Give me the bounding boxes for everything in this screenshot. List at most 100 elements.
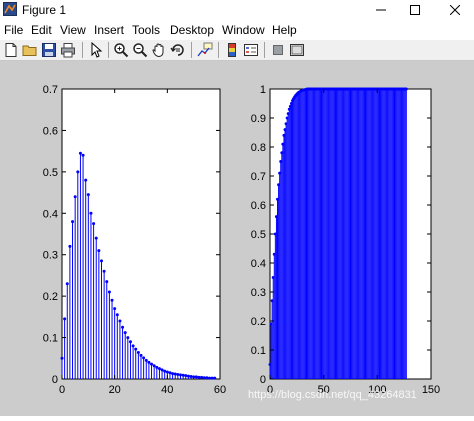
hide-plot-tools-icon[interactable]	[270, 42, 286, 58]
xtick-label: 60	[214, 384, 226, 396]
ytick-label: 0.7	[43, 84, 58, 96]
menu-file[interactable]: File	[4, 23, 23, 37]
stem-marker	[60, 356, 64, 360]
stem-marker	[404, 87, 408, 91]
ytick-label: 0.2	[43, 291, 58, 303]
menu-edit[interactable]: Edit	[31, 23, 52, 37]
ytick-label: 0.4	[251, 258, 266, 270]
zoom-out-icon[interactable]	[132, 42, 148, 58]
pan-hand-icon[interactable]	[151, 42, 167, 58]
stem-marker	[89, 211, 93, 215]
ytick-label: 0.6	[251, 200, 266, 212]
print-icon[interactable]	[60, 42, 76, 58]
stem-marker	[131, 344, 135, 348]
ytick-label: 0.8	[251, 142, 266, 154]
ytick-label: 0.7	[251, 171, 266, 183]
stem-marker	[73, 195, 77, 199]
stem-marker	[97, 249, 101, 253]
stem-marker	[181, 373, 185, 377]
stem-marker	[173, 372, 177, 376]
close-icon	[450, 5, 460, 15]
stem-marker	[92, 222, 96, 226]
close-button[interactable]	[438, 0, 472, 20]
stem-marker	[144, 358, 148, 362]
stem-marker	[176, 372, 180, 376]
menu-tools[interactable]: Tools	[132, 23, 160, 37]
data-cursor-icon[interactable]	[197, 42, 213, 58]
stem-marker	[86, 193, 90, 197]
stem-marker	[76, 170, 80, 174]
stem-marker	[160, 368, 164, 372]
ytick-label: 0.9	[251, 113, 266, 125]
show-plot-tools-icon[interactable]	[289, 42, 305, 58]
axes-left[interactable]: 0 20 40 60 0 0.1 0.2 0.3 0.4 0.5 0.6 0.7	[43, 84, 226, 396]
menu-insert[interactable]: Insert	[94, 23, 124, 37]
ytick-label: 0	[52, 374, 58, 386]
maximize-button[interactable]	[398, 0, 432, 20]
stem-marker	[192, 375, 196, 379]
toolbar-separator	[264, 42, 265, 58]
stem-marker	[107, 290, 111, 294]
stem-marker	[205, 376, 209, 380]
xtick-label: 150	[422, 384, 440, 396]
ytick-label: 0.5	[43, 167, 58, 179]
xtick-label: 0	[59, 384, 65, 396]
menu-help[interactable]: Help	[272, 23, 297, 37]
watermark-text: https://blog.csdn.net/qq_43264831	[248, 389, 417, 401]
ytick-label: 0.6	[43, 125, 58, 137]
toolbar-separator	[82, 42, 83, 58]
stem-marker	[139, 353, 143, 357]
zoom-in-icon[interactable]	[113, 42, 129, 58]
toolbar-separator	[191, 42, 192, 58]
stem-marker	[213, 376, 217, 380]
stem-marker	[163, 369, 167, 373]
stem-marker	[200, 375, 204, 379]
stem-marker	[202, 376, 206, 380]
stem-marker	[194, 375, 198, 379]
ytick-label: 1	[260, 84, 266, 96]
stem-marker	[71, 220, 75, 224]
open-file-icon[interactable]	[22, 42, 38, 58]
stem-marker	[121, 325, 125, 329]
stem-marker	[65, 282, 69, 286]
save-icon[interactable]	[41, 42, 57, 58]
new-figure-icon[interactable]	[3, 42, 19, 58]
menu-desktop[interactable]: Desktop	[170, 23, 214, 37]
stem-marker	[110, 298, 114, 302]
minimize-button[interactable]	[364, 0, 398, 20]
stem-marker	[210, 376, 214, 380]
stem-marker	[128, 340, 132, 344]
stem-marker	[179, 373, 182, 377]
ytick-label: 0.1	[251, 345, 266, 357]
ytick-label: 0.5	[251, 229, 266, 241]
stem-marker	[118, 319, 122, 323]
stem-marker	[157, 367, 161, 371]
stem-marker	[68, 244, 72, 248]
stem-marker	[155, 365, 159, 369]
stem-marker	[186, 374, 190, 378]
menu-window[interactable]: Window	[222, 23, 265, 37]
xtick-label: 20	[109, 384, 121, 396]
stem-marker	[113, 307, 117, 311]
stem-marker	[105, 280, 109, 284]
menu-view[interactable]: View	[60, 23, 86, 37]
figure-toolbar	[0, 40, 474, 61]
ytick-label: 0.1	[43, 333, 58, 345]
ytick-label: 0.3	[43, 250, 58, 262]
stem-marker	[168, 371, 172, 375]
minimize-icon	[376, 9, 386, 11]
xtick-label: 40	[161, 384, 173, 396]
edit-plot-arrow-icon[interactable]	[88, 42, 104, 58]
title-bar: Figure 1	[0, 0, 474, 20]
ytick-label: 0.2	[251, 316, 266, 328]
axes-right[interactable]: 0 50 100 150 0 0.1 0.2 0.3 0.4 0.5 0.6 0…	[251, 84, 440, 396]
rotate-3d-icon[interactable]	[170, 42, 186, 58]
colorbar-icon[interactable]	[224, 42, 240, 58]
stem-marker	[84, 178, 88, 182]
stem-marker	[197, 375, 201, 379]
menu-bar: File Edit View Insert Tools Desktop Wind…	[0, 20, 474, 40]
legend-icon[interactable]	[243, 42, 259, 58]
figure-canvas: 0 20 40 60 0 0.1 0.2 0.3 0.4 0.5 0.6 0.7…	[0, 61, 474, 416]
stem-marker	[81, 153, 85, 157]
stem-marker	[136, 350, 140, 354]
